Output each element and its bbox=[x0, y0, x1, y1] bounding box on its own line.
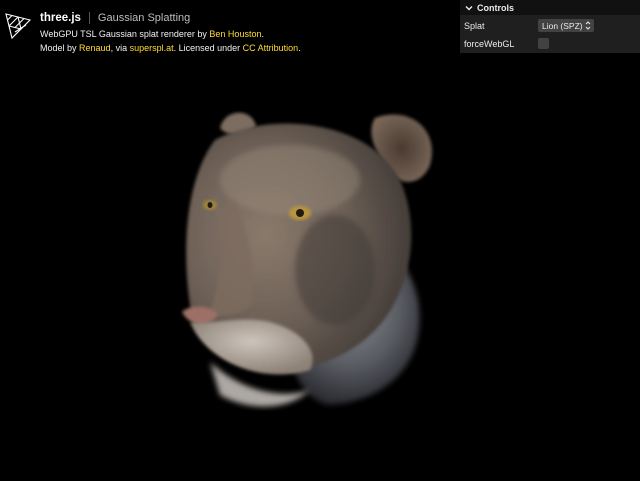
force-webgl-label: forceWebGL bbox=[464, 39, 515, 49]
title-row: three.js Gaussian Splatting bbox=[40, 10, 190, 26]
license-punct: . bbox=[298, 43, 301, 53]
via-text: , via bbox=[110, 43, 130, 53]
author-link[interactable]: Ben Houston bbox=[209, 29, 261, 39]
render-canvas[interactable]: three.js Gaussian Splatting WebGPU TSL G… bbox=[0, 0, 640, 481]
splat-select[interactable]: Lion (SPZ) bbox=[538, 19, 594, 32]
renderer-credit: WebGPU TSL Gaussian splat renderer by Be… bbox=[40, 29, 264, 39]
splat-row: Splat Lion (SPZ) bbox=[460, 17, 640, 35]
splat-label: Splat bbox=[464, 21, 485, 31]
page-title: Gaussian Splatting bbox=[97, 12, 191, 24]
controls-panel: Controls Splat Lion (SPZ) forceWebGL bbox=[460, 0, 640, 53]
force-webgl-checkbox[interactable] bbox=[538, 38, 549, 49]
license-link[interactable]: CC Attribution bbox=[243, 43, 299, 53]
chevron-down-icon bbox=[465, 5, 473, 10]
title-divider bbox=[88, 12, 90, 24]
threejs-logo-icon[interactable] bbox=[4, 12, 32, 40]
lion-splat-render[interactable] bbox=[160, 100, 460, 420]
force-webgl-row: forceWebGL bbox=[460, 35, 640, 53]
splat-select-value: Lion (SPZ) bbox=[542, 20, 583, 31]
model-credit: Model by Renaud, via superspl.at. Licens… bbox=[40, 43, 301, 53]
info-overlay: three.js Gaussian Splatting WebGPU TSL G… bbox=[0, 0, 440, 60]
controls-title: Controls bbox=[477, 2, 514, 13]
credit-text: WebGPU TSL Gaussian splat renderer by bbox=[40, 29, 210, 39]
license-text: . Licensed under bbox=[173, 43, 243, 53]
source-link[interactable]: superspl.at bbox=[130, 43, 174, 53]
threejs-link[interactable]: three.js bbox=[40, 12, 81, 24]
select-arrows-icon bbox=[585, 21, 591, 30]
controls-title-bar[interactable]: Controls bbox=[460, 0, 640, 15]
model-author-link[interactable]: Renaud bbox=[79, 43, 111, 53]
model-text: Model by bbox=[40, 43, 80, 53]
credit-punct: . bbox=[261, 29, 264, 39]
